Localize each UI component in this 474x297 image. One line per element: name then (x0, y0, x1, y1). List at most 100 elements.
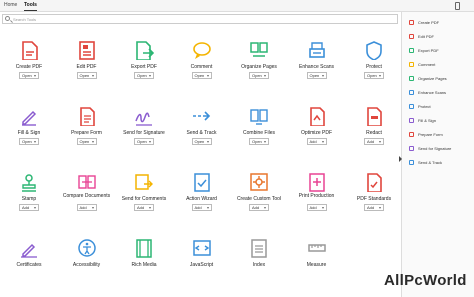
tool-add-button[interactable]: Add (191, 204, 212, 211)
tool-label: Optimize PDF (300, 130, 333, 136)
tool-open-button[interactable]: Open (76, 138, 97, 145)
tool-icon-wrap[interactable] (134, 172, 154, 192)
tool-add-button[interactable]: Add (249, 204, 269, 211)
tool-label: Prepare Form (71, 130, 102, 136)
tool-open-button[interactable]: Open (364, 72, 384, 79)
stamp-icon (22, 174, 36, 192)
tool-open-button[interactable]: Open (306, 72, 327, 79)
sidebar-tool-icon (409, 160, 414, 165)
tool-open-button[interactable]: Open (191, 72, 212, 79)
send-signature-icon (135, 112, 152, 126)
tool-label: Comment (190, 64, 213, 70)
tool-label: Export PDF (131, 64, 157, 70)
tool-label: Fill & Sign (17, 130, 41, 136)
tool-label: Print Production (298, 193, 335, 199)
tool-open-button[interactable]: Open (249, 138, 269, 145)
combine-files-icon (250, 109, 268, 125)
tool-icon-wrap[interactable] (192, 40, 212, 60)
tool-icon-wrap[interactable] (249, 172, 269, 192)
tool-icon-wrap[interactable] (77, 238, 97, 258)
tool-open-button[interactable]: Open (249, 72, 269, 79)
tool-add-button[interactable]: Add (306, 138, 327, 145)
tool-add-button[interactable]: Add (364, 204, 384, 211)
sidebar-item-label: Comment (418, 62, 436, 67)
tool-icon-wrap[interactable] (77, 106, 97, 127)
protect-icon (366, 41, 382, 61)
tool-label: Certificates (16, 262, 42, 268)
tool-open-button[interactable]: Open (19, 72, 39, 79)
collapse-panel-icon[interactable] (399, 156, 403, 162)
right-tools-panel: Create PDF Edit PDF Export PDF Comment Organ… (399, 12, 474, 297)
tool-icon-wrap[interactable] (192, 172, 212, 192)
sidebar-tool-icon (409, 20, 414, 25)
tool-label: Protect (366, 64, 382, 70)
tool-add-button[interactable]: Add (76, 204, 97, 211)
tool-label: Stamp (21, 196, 37, 202)
tool-icon-wrap[interactable] (192, 106, 212, 126)
tool-icon-wrap[interactable] (19, 106, 39, 126)
tool-icon-wrap[interactable] (19, 172, 39, 192)
create-pdf-icon (22, 41, 38, 61)
tool-label: Combine Files (243, 130, 275, 136)
tool-label: Organize Pages (241, 64, 277, 70)
tool-icon-wrap[interactable] (249, 106, 269, 126)
tool-label: Compare Documents (62, 193, 111, 199)
app-window: Home Tools Search Tools Create PDF Open … (0, 0, 474, 297)
send-comments-icon (135, 174, 153, 190)
tool-add-button[interactable]: Add (364, 138, 384, 145)
tool-icon-wrap[interactable] (134, 238, 154, 258)
tool-label: PDF Standards (356, 196, 392, 202)
sidebar-item-label: Enhance Scans (418, 90, 447, 95)
tool-label: Send for Comments (121, 196, 167, 202)
tab-home[interactable]: Home (4, 2, 17, 8)
tool-open-button[interactable]: Open (76, 72, 97, 79)
sidebar-tool-icon (409, 104, 414, 109)
prepare-form-icon (79, 107, 95, 127)
tool-icon-wrap[interactable] (249, 40, 269, 60)
tool-icon-wrap[interactable] (364, 40, 384, 61)
action-wizard-icon (193, 173, 210, 192)
sidebar-item-label: Prepare Form (418, 132, 443, 137)
tool-icon-wrap[interactable] (307, 172, 327, 192)
sidebar-item-label: Create PDF (418, 20, 440, 25)
tool-icon-wrap[interactable] (307, 106, 327, 127)
tab-tools[interactable]: Tools (24, 2, 37, 11)
mobile-icon[interactable] (455, 2, 460, 10)
tool-icon-wrap[interactable] (77, 40, 97, 60)
comment-icon (192, 42, 211, 59)
tool-icon-wrap[interactable] (249, 238, 269, 258)
tool-icon-wrap[interactable] (134, 106, 154, 126)
pdf-standards-icon (367, 173, 382, 193)
rich-media-icon (136, 239, 152, 258)
tool-icon-wrap[interactable] (307, 238, 327, 258)
sidebar-tool-icon (409, 34, 414, 39)
tool-open-button[interactable]: Open (19, 138, 39, 145)
search-icon (5, 16, 10, 21)
tool-icon-wrap[interactable] (364, 172, 384, 193)
sidebar-tool-icon (409, 146, 414, 151)
tool-add-button[interactable]: Add (306, 204, 327, 211)
sidebar-tool-icon (409, 132, 414, 137)
tool-open-button[interactable]: Open (134, 138, 154, 145)
tool-icon-wrap[interactable] (192, 238, 212, 258)
search-bar[interactable]: Search Tools (2, 14, 398, 24)
certificates-icon (21, 243, 37, 258)
tool-icon-wrap[interactable] (307, 40, 327, 60)
tool-add-button[interactable]: Add (19, 204, 39, 211)
index-icon (251, 239, 267, 258)
tool-label: JavaScript (189, 262, 214, 268)
tool-open-button[interactable]: Open (191, 138, 212, 145)
accessibility-icon (77, 239, 96, 257)
sidebar-tool-icon (409, 62, 414, 67)
tool-add-button[interactable]: Add (134, 204, 154, 211)
javascript-icon (192, 240, 211, 256)
measure-icon (307, 244, 326, 252)
tool-icon-wrap[interactable] (77, 172, 97, 192)
search-input[interactable]: Search Tools (13, 17, 36, 22)
tool-icon-wrap[interactable] (19, 40, 39, 61)
tool-open-button[interactable]: Open (134, 72, 154, 79)
tool-icon-wrap[interactable] (19, 238, 39, 258)
tool-label: Create PDF (15, 64, 43, 70)
tool-icon-wrap[interactable] (364, 106, 384, 127)
tool-icon-wrap[interactable] (134, 40, 155, 61)
